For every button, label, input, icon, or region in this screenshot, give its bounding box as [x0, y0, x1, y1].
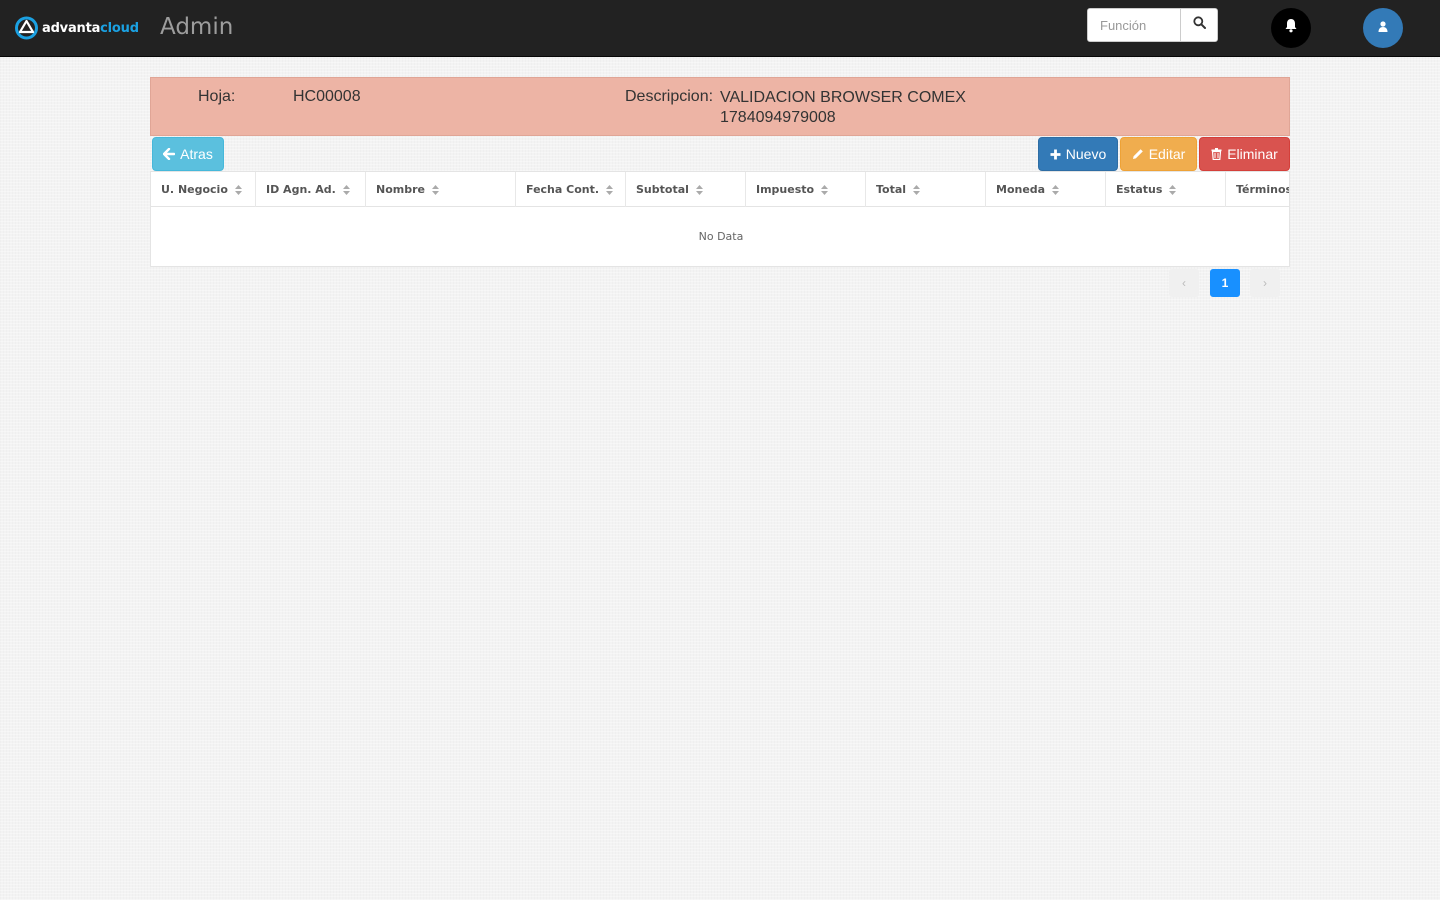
sort-icon	[1051, 184, 1060, 196]
sort-icon	[695, 184, 704, 196]
sort-icon	[431, 184, 440, 196]
delete-button-label: Eliminar	[1227, 146, 1278, 162]
sort-icon	[820, 184, 829, 196]
brand-logo[interactable]: advantacloud	[14, 16, 139, 40]
new-button-label: Nuevo	[1065, 146, 1107, 162]
function-search-input[interactable]	[1088, 9, 1180, 41]
back-button[interactable]: Atras	[152, 137, 224, 171]
column-header-impuesto[interactable]: Impuesto	[746, 172, 866, 207]
pencil-icon	[1132, 148, 1144, 160]
user-menu-button[interactable]	[1363, 8, 1403, 48]
hoja-label: Hoja:	[198, 88, 236, 105]
sort-icon	[234, 184, 243, 196]
hoja-header: Hoja: HC00008 Descripcion: VALIDACION BR…	[150, 77, 1290, 136]
notifications-button[interactable]	[1271, 8, 1311, 48]
data-table: U. Negocio ID Agn. Ad. Nombre Fecha Cont…	[150, 171, 1290, 267]
pagination-next-button[interactable]: ›	[1250, 269, 1280, 297]
search-icon	[1192, 16, 1206, 34]
hoja-value: HC00008	[293, 88, 361, 105]
arrow-left-icon	[163, 148, 176, 160]
table-header-row: U. Negocio ID Agn. Ad. Nombre Fecha Cont…	[151, 172, 1289, 207]
search-button[interactable]	[1180, 9, 1217, 41]
trash-icon	[1211, 148, 1222, 160]
column-header-id-agn-ad[interactable]: ID Agn. Ad.	[256, 172, 366, 207]
new-button[interactable]: Nuevo	[1038, 137, 1118, 171]
plus-icon	[1050, 149, 1061, 160]
user-icon	[1378, 19, 1388, 37]
column-header-total[interactable]: Total	[866, 172, 986, 207]
descripcion-value: VALIDACION BROWSER COMEX 1784094979008	[720, 89, 966, 126]
delete-button[interactable]: Eliminar	[1199, 137, 1290, 171]
column-header-fecha-cont[interactable]: Fecha Cont.	[516, 172, 626, 207]
column-header-terminos[interactable]: Términos	[1226, 172, 1289, 207]
column-header-subtotal[interactable]: Subtotal	[626, 172, 746, 207]
edit-button[interactable]: Editar	[1120, 137, 1197, 171]
top-navbar: advantacloud Admin	[0, 0, 1440, 57]
pagination-prev-button[interactable]: ‹	[1169, 269, 1199, 297]
column-header-nombre[interactable]: Nombre	[366, 172, 516, 207]
pagination-page-1[interactable]: 1	[1210, 269, 1240, 297]
back-button-label: Atras	[180, 146, 213, 162]
descripcion-label: Descripcion:	[625, 88, 714, 105]
bell-icon	[1284, 18, 1298, 38]
sort-icon	[912, 184, 921, 196]
column-header-u-negocio[interactable]: U. Negocio	[151, 172, 256, 207]
sort-icon	[1168, 184, 1177, 196]
sort-icon	[342, 184, 351, 196]
function-search	[1087, 8, 1218, 42]
cloud-logo-icon	[14, 16, 39, 40]
app-title: Admin	[160, 14, 234, 40]
column-header-estatus[interactable]: Estatus	[1106, 172, 1226, 207]
sort-icon	[605, 184, 614, 196]
empty-table-message: No Data	[698, 230, 744, 243]
brand-name: advantacloud	[42, 20, 139, 36]
column-header-moneda[interactable]: Moneda	[986, 172, 1106, 207]
edit-button-label: Editar	[1148, 146, 1186, 162]
